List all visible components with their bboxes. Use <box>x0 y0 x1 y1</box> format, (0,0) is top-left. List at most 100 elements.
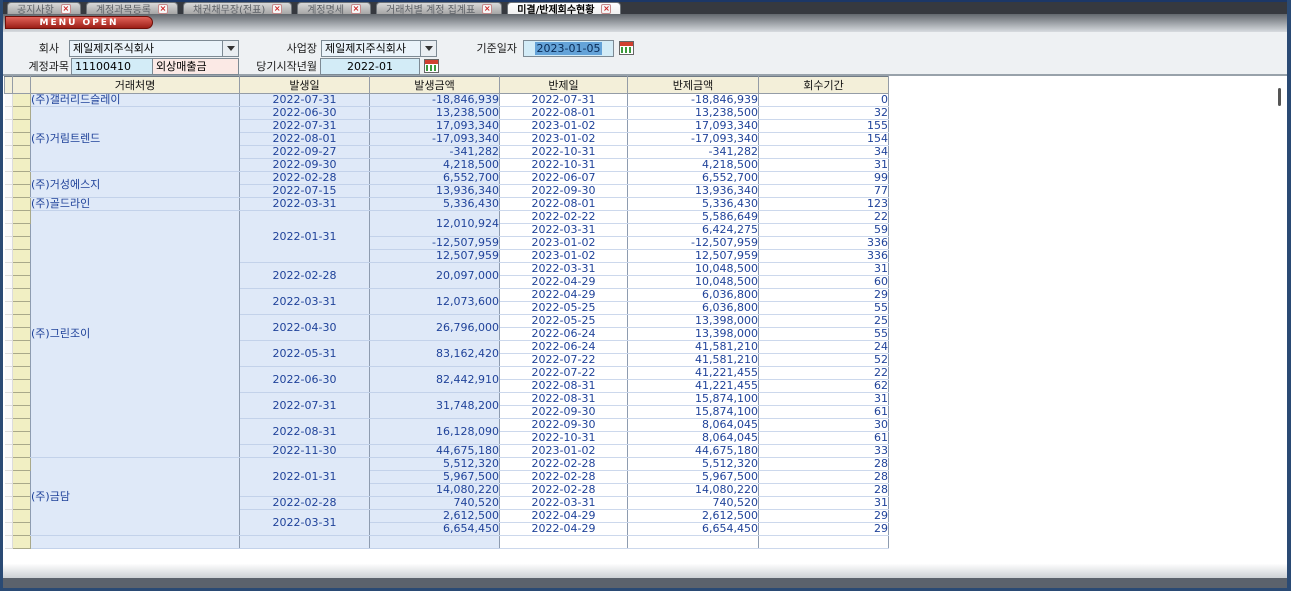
cell-collection-period[interactable]: 336 <box>759 237 889 250</box>
cell-occur-amount[interactable]: -17,093,340 <box>370 133 500 146</box>
row-indicator[interactable] <box>13 315 31 328</box>
dropdown-arrow-icon[interactable] <box>420 41 436 56</box>
tab-customer-summary[interactable]: 거래처별 계정 집계표 × <box>376 2 502 14</box>
cell-settle-date[interactable]: 2022-03-31 <box>500 497 628 510</box>
cell-occur-date[interactable]: 2022-06-30 <box>240 367 370 393</box>
vertical-scrollbar[interactable] <box>1278 88 1281 106</box>
cell-occur-date[interactable]: 2022-03-31 <box>240 510 370 536</box>
cell-settle-amount[interactable]: 13,238,500 <box>628 107 759 120</box>
cell-collection-period[interactable]: 59 <box>759 224 889 237</box>
row-indicator[interactable] <box>13 523 31 536</box>
cell-settle-date[interactable]: 2023-01-02 <box>500 120 628 133</box>
cell-occur-amount[interactable]: 82,442,910 <box>370 367 500 393</box>
cell-settle-amount[interactable]: 13,398,000 <box>628 328 759 341</box>
row-indicator[interactable] <box>13 471 31 484</box>
row-indicator[interactable] <box>13 458 31 471</box>
cell-occur-amount[interactable]: 20,097,000 <box>370 263 500 289</box>
cell-occur-amount[interactable]: 5,336,430 <box>370 198 500 211</box>
cell-settle-date[interactable]: 2022-03-31 <box>500 224 628 237</box>
period-input[interactable]: 2022-01 <box>320 58 420 75</box>
cell-customer-name[interactable] <box>31 536 240 549</box>
cell-collection-period[interactable]: 22 <box>759 367 889 380</box>
tab-notice[interactable]: 공지사항 × <box>7 2 81 14</box>
cell-collection-period[interactable]: 31 <box>759 159 889 172</box>
cell-collection-period[interactable]: 155 <box>759 120 889 133</box>
cell-settle-amount[interactable]: 8,064,045 <box>628 419 759 432</box>
cell-occur-date[interactable]: 2022-07-31 <box>240 94 370 107</box>
cell-settle-amount[interactable]: 14,080,220 <box>628 484 759 497</box>
cell-occur-date[interactable]: 2022-08-01 <box>240 133 370 146</box>
cell-occur-amount[interactable]: 5,967,500 <box>370 471 500 484</box>
cell-collection-period[interactable]: 29 <box>759 289 889 302</box>
row-indicator[interactable] <box>13 276 31 289</box>
tab-account-registry[interactable]: 계정과목등록 × <box>86 2 178 14</box>
cell-collection-period[interactable]: 154 <box>759 133 889 146</box>
row-indicator[interactable] <box>13 133 31 146</box>
cell-collection-period[interactable] <box>759 536 889 549</box>
cell-settle-date[interactable]: 2022-02-28 <box>500 458 628 471</box>
cell-settle-date[interactable]: 2023-01-02 <box>500 133 628 146</box>
cell-settle-date[interactable]: 2023-01-02 <box>500 237 628 250</box>
cell-occur-amount[interactable]: -18,846,939 <box>370 94 500 107</box>
cell-occur-date[interactable]: 2022-09-30 <box>240 159 370 172</box>
cell-occur-amount[interactable]: 2,612,500 <box>370 510 500 523</box>
row-indicator[interactable] <box>13 237 31 250</box>
cell-settle-amount[interactable]: 41,581,210 <box>628 341 759 354</box>
cell-collection-period[interactable]: 30 <box>759 419 889 432</box>
cell-occur-amount[interactable]: 44,675,180 <box>370 445 500 458</box>
cell-collection-period[interactable]: 336 <box>759 250 889 263</box>
cell-settle-amount[interactable]: -12,507,959 <box>628 237 759 250</box>
cell-settle-amount[interactable]: 44,675,180 <box>628 445 759 458</box>
cell-collection-period[interactable]: 99 <box>759 172 889 185</box>
tab-close-icon[interactable]: × <box>482 4 492 14</box>
cell-occur-amount[interactable]: 12,073,600 <box>370 289 500 315</box>
cell-occur-amount[interactable]: 6,552,700 <box>370 172 500 185</box>
row-indicator[interactable] <box>13 198 31 211</box>
cell-settle-amount[interactable]: -18,846,939 <box>628 94 759 107</box>
cell-settle-date[interactable]: 2022-04-29 <box>500 510 628 523</box>
cell-settle-amount[interactable]: -341,282 <box>628 146 759 159</box>
tab-receivable-ledger[interactable]: 채권채무장(전표) × <box>183 2 292 14</box>
cell-collection-period[interactable]: 31 <box>759 263 889 276</box>
cell-settle-amount[interactable]: 41,221,455 <box>628 367 759 380</box>
cell-occur-amount[interactable]: 13,238,500 <box>370 107 500 120</box>
cell-customer-name[interactable]: (주)갤러리드슬레이 <box>31 94 240 107</box>
cell-settle-date[interactable]: 2022-07-22 <box>500 367 628 380</box>
cell-occur-date[interactable] <box>240 536 370 549</box>
row-indicator[interactable] <box>13 107 31 120</box>
base-date-input[interactable]: 2023-01-05 <box>523 40 614 57</box>
tab-account-detail[interactable]: 계정명세 × <box>297 2 371 14</box>
cell-settle-amount[interactable]: 17,093,340 <box>628 120 759 133</box>
cell-collection-period[interactable]: 22 <box>759 211 889 224</box>
cell-collection-period[interactable]: 33 <box>759 445 889 458</box>
cell-settle-amount[interactable]: 740,520 <box>628 497 759 510</box>
cell-collection-period[interactable]: 31 <box>759 497 889 510</box>
cell-occur-amount[interactable]: 16,128,090 <box>370 419 500 445</box>
row-indicator[interactable] <box>13 146 31 159</box>
cell-settle-date[interactable]: 2022-05-25 <box>500 315 628 328</box>
row-indicator[interactable] <box>13 393 31 406</box>
cell-settle-amount[interactable]: 5,512,320 <box>628 458 759 471</box>
cell-collection-period[interactable]: 34 <box>759 146 889 159</box>
cell-settle-amount[interactable]: 5,336,430 <box>628 198 759 211</box>
cell-occur-amount[interactable]: 5,512,320 <box>370 458 500 471</box>
row-indicator[interactable] <box>13 380 31 393</box>
cell-settle-date[interactable]: 2022-10-31 <box>500 432 628 445</box>
cell-occur-amount[interactable]: 12,507,959 <box>370 250 500 263</box>
cell-occur-amount[interactable]: 14,080,220 <box>370 484 500 497</box>
row-indicator[interactable] <box>13 289 31 302</box>
row-indicator[interactable] <box>13 172 31 185</box>
calendar-icon[interactable] <box>424 59 439 73</box>
cell-customer-name[interactable]: (주)거림트렌드 <box>31 107 240 172</box>
cell-collection-period[interactable]: 0 <box>759 94 889 107</box>
cell-settle-amount[interactable]: 10,048,500 <box>628 263 759 276</box>
cell-settle-amount[interactable]: 6,036,800 <box>628 289 759 302</box>
tab-close-icon[interactable]: × <box>351 4 361 14</box>
cell-collection-period[interactable]: 77 <box>759 185 889 198</box>
row-indicator[interactable] <box>13 224 31 237</box>
cell-occur-date[interactable]: 2022-07-31 <box>240 393 370 419</box>
cell-collection-period[interactable]: 28 <box>759 471 889 484</box>
row-indicator[interactable] <box>13 302 31 315</box>
cell-settle-date[interactable]: 2022-04-29 <box>500 523 628 536</box>
company-select[interactable]: 제일제지주식회사 <box>69 40 239 57</box>
